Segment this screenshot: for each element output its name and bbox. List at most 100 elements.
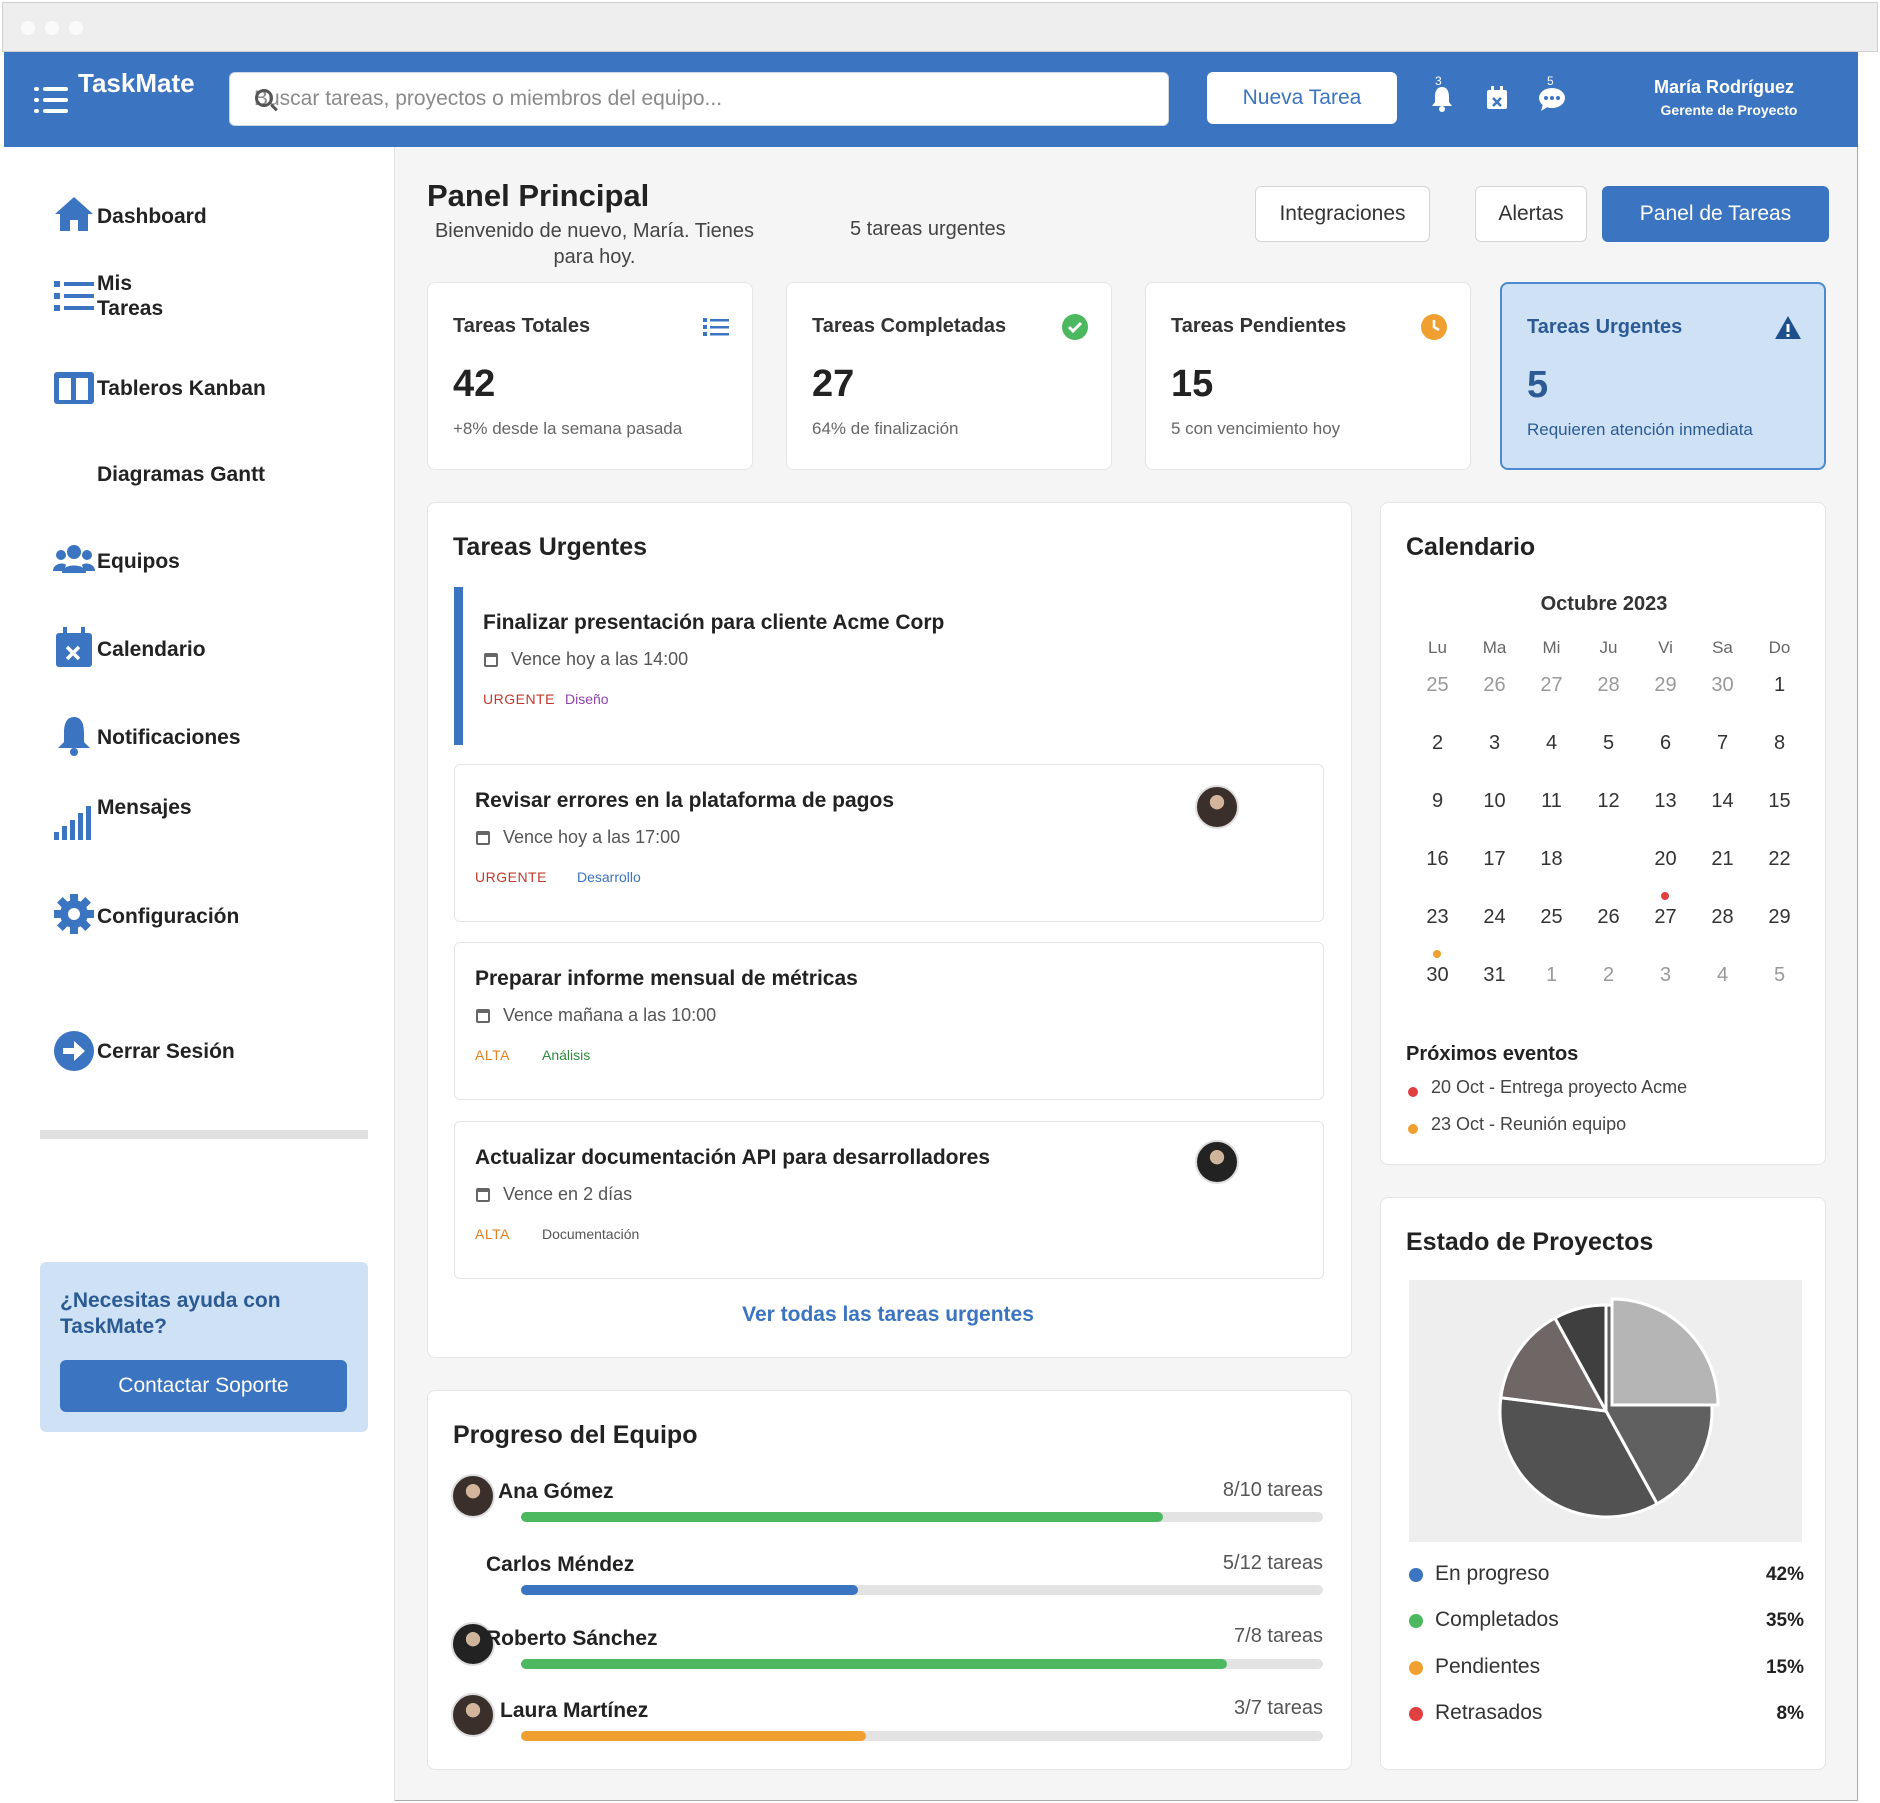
contact-support-button[interactable]: Contactar Soporte <box>60 1360 347 1412</box>
calendar-day[interactable]: 13 <box>1637 790 1694 813</box>
calendar-day[interactable]: 21 <box>1694 848 1751 871</box>
stat-sub: 5 con vencimiento hoy <box>1171 419 1341 438</box>
search-placeholder: Buscar tareas, proyectos o miembros del … <box>254 87 723 110</box>
event-item[interactable]: 20 Oct - Entrega proyecto Acme <box>1431 1077 1687 1098</box>
calendar-day[interactable]: 12 <box>1580 790 1637 813</box>
calendar-day[interactable]: 2 <box>1409 732 1466 755</box>
stat-card-urgent[interactable]: Tareas Urgentes 5 Requieren atención inm… <box>1500 282 1826 470</box>
calendar-day[interactable]: 30 <box>1409 964 1466 987</box>
logout-button[interactable]: Cerrar Sesión <box>52 1029 372 1073</box>
avatar[interactable] <box>451 1693 495 1737</box>
calendar-day[interactable]: 15 <box>1751 790 1808 813</box>
task-item[interactable]: Preparar informe mensual de métricas Ven… <box>454 942 1324 1100</box>
priority-badge: ALTA <box>475 1047 510 1063</box>
view-all-urgent-link[interactable]: Ver todas las tareas urgentes <box>428 1303 1348 1327</box>
calendar-weekday: Sa <box>1712 638 1733 657</box>
stat-card-completed[interactable]: Tareas Completadas 27 64% de finalizació… <box>786 282 1112 470</box>
avatar[interactable] <box>1195 785 1239 829</box>
calendar-day[interactable]: 27 <box>1637 906 1694 929</box>
sidebar-item-teams[interactable]: Equipos <box>52 537 372 581</box>
task-title: Actualizar documentación API para desarr… <box>475 1146 991 1169</box>
calendar-day[interactable]: 17 <box>1466 848 1523 871</box>
search-input[interactable]: Buscar tareas, proyectos o miembros del … <box>229 72 1169 126</box>
calendar-day[interactable]: 3 <box>1466 732 1523 755</box>
calendar-day[interactable]: 1 <box>1751 674 1808 697</box>
stat-card-total[interactable]: Tareas Totales 42 +8% desde la semana pa… <box>427 282 753 470</box>
calendar-day[interactable]: 4 <box>1694 964 1751 987</box>
calendar-day[interactable]: 7 <box>1694 732 1751 755</box>
chat-icon[interactable]: 5 <box>1537 74 1567 112</box>
sidebar-item-settings[interactable]: Configuración <box>52 892 372 936</box>
new-task-button[interactable]: Nueva Tarea <box>1207 72 1397 124</box>
event-item[interactable]: 23 Oct - Reunión equipo <box>1431 1114 1626 1135</box>
calendar-day[interactable]: 29 <box>1751 906 1808 929</box>
calendar-day[interactable]: 8 <box>1751 732 1808 755</box>
member-name: Ana Gómez <box>498 1480 614 1503</box>
avatar[interactable] <box>1195 1140 1239 1184</box>
message-badge: 5 <box>1547 74 1554 88</box>
menu-icon[interactable] <box>34 85 68 115</box>
task-item[interactable]: Revisar errores en la plataforma de pago… <box>454 764 1324 922</box>
calendar-day[interactable]: 5 <box>1751 964 1808 987</box>
calendar-day[interactable]: 26 <box>1466 674 1523 697</box>
user-name[interactable]: María Rodríguez <box>1624 77 1824 98</box>
sidebar-item-dashboard[interactable]: Dashboard <box>52 192 372 236</box>
calendar-day[interactable]: 28 <box>1694 906 1751 929</box>
calendar-day[interactable]: 6 <box>1637 732 1694 755</box>
users-icon <box>53 545 95 573</box>
logout-icon <box>54 1031 94 1071</box>
task-item[interactable]: Actualizar documentación API para desarr… <box>454 1121 1324 1279</box>
calendar-day[interactable]: 29 <box>1637 674 1694 697</box>
card-title: Estado de Proyectos <box>1406 1228 1654 1256</box>
calendar-day[interactable]: 18 <box>1523 848 1580 871</box>
calendar-day[interactable]: 24 <box>1466 906 1523 929</box>
sidebar-item-gantt[interactable]: Diagramas Gantt <box>52 452 372 496</box>
sidebar-item-kanban[interactable]: Tableros Kanban <box>52 366 372 410</box>
calendar-day[interactable]: 2 <box>1580 964 1637 987</box>
calendar-day[interactable]: 1 <box>1523 964 1580 987</box>
logout-label: Cerrar Sesión <box>97 1040 235 1063</box>
calendar-day[interactable]: 3 <box>1637 964 1694 987</box>
calendar-day[interactable]: 5 <box>1580 732 1637 755</box>
event-marker <box>1661 892 1669 900</box>
calendar-day[interactable]: 25 <box>1409 674 1466 697</box>
sidebar-item-messages[interactable]: Mensajes <box>52 796 372 844</box>
calendar-day[interactable]: 27 <box>1523 674 1580 697</box>
alerts-button[interactable]: Alertas <box>1475 186 1587 242</box>
calendar-day[interactable]: 31 <box>1466 964 1523 987</box>
integrations-button[interactable]: Integraciones <box>1255 186 1430 242</box>
calendar-day[interactable]: 11 <box>1523 790 1580 813</box>
calendar-day[interactable]: 22 <box>1751 848 1808 871</box>
member-name: Laura Martínez <box>500 1699 649 1722</box>
member-count: 5/12 tareas <box>1222 1552 1323 1574</box>
task-title: Preparar informe mensual de métricas <box>475 967 858 990</box>
sidebar-item-calendar[interactable]: Calendario <box>52 625 372 669</box>
sidebar-item-my-tasks[interactable]: Mis Tareas <box>52 272 372 320</box>
urgent-tasks-card: Tareas Urgentes Finalizar presentación p… <box>427 502 1352 1358</box>
calendar-day[interactable]: 23 <box>1409 906 1466 929</box>
legend-item: Completados 35% <box>1409 1606 1804 1634</box>
member-name: Roberto Sánchez <box>486 1627 658 1650</box>
task-item[interactable]: Finalizar presentación para cliente Acme… <box>454 587 1324 745</box>
calendar-day[interactable]: 20 <box>1637 848 1694 871</box>
sidebar-item-notifications[interactable]: Notificaciones <box>52 713 372 757</box>
calendar-day[interactable]: 9 <box>1409 790 1466 813</box>
avatar[interactable] <box>451 1474 495 1518</box>
task-panel-button[interactable]: Panel de Tareas <box>1602 186 1829 242</box>
calendar-day[interactable]: 30 <box>1694 674 1751 697</box>
calendar-day[interactable]: 16 <box>1409 848 1466 871</box>
calendar-day[interactable]: 10 <box>1466 790 1523 813</box>
calendar-weekday: Do <box>1768 638 1791 657</box>
bell-icon[interactable]: 3 <box>1429 74 1455 112</box>
calendar-day[interactable]: 28 <box>1580 674 1637 697</box>
events-title: Próximos eventos <box>1406 1043 1579 1065</box>
calendar-day[interactable]: 14 <box>1694 790 1751 813</box>
clock-icon <box>1421 314 1447 340</box>
calendar-day[interactable]: 26 <box>1580 906 1637 929</box>
calendar-icon[interactable] <box>1484 84 1510 112</box>
brand-logo[interactable]: TaskMate <box>78 68 198 98</box>
calendar-day[interactable]: 4 <box>1523 732 1580 755</box>
legend-item: Retrasados 8% <box>1409 1699 1804 1727</box>
stat-card-pending[interactable]: Tareas Pendientes 15 5 con vencimiento h… <box>1145 282 1471 470</box>
calendar-day[interactable]: 25 <box>1523 906 1580 929</box>
